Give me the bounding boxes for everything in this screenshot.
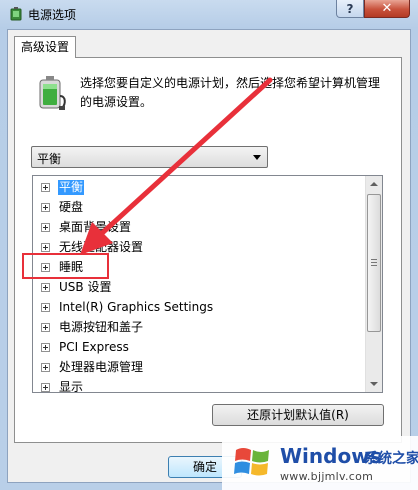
- windows-logo-icon: [234, 448, 269, 476]
- annotation-arrow: [80, 77, 273, 255]
- watermark-url: www.bjjmlv.com: [280, 470, 374, 483]
- watermark-brand-cn: 系统之家: [364, 451, 418, 467]
- watermark: Windows 系统之家 www.bjjmlv.com: [222, 436, 418, 490]
- tab-advanced-settings[interactable]: 高级设置: [14, 36, 76, 58]
- power-options-window: 电源选项 ? ✕ 高级设置 选择您要自定义的电源计划，然后选择您希望计算机管理的…: [0, 0, 418, 490]
